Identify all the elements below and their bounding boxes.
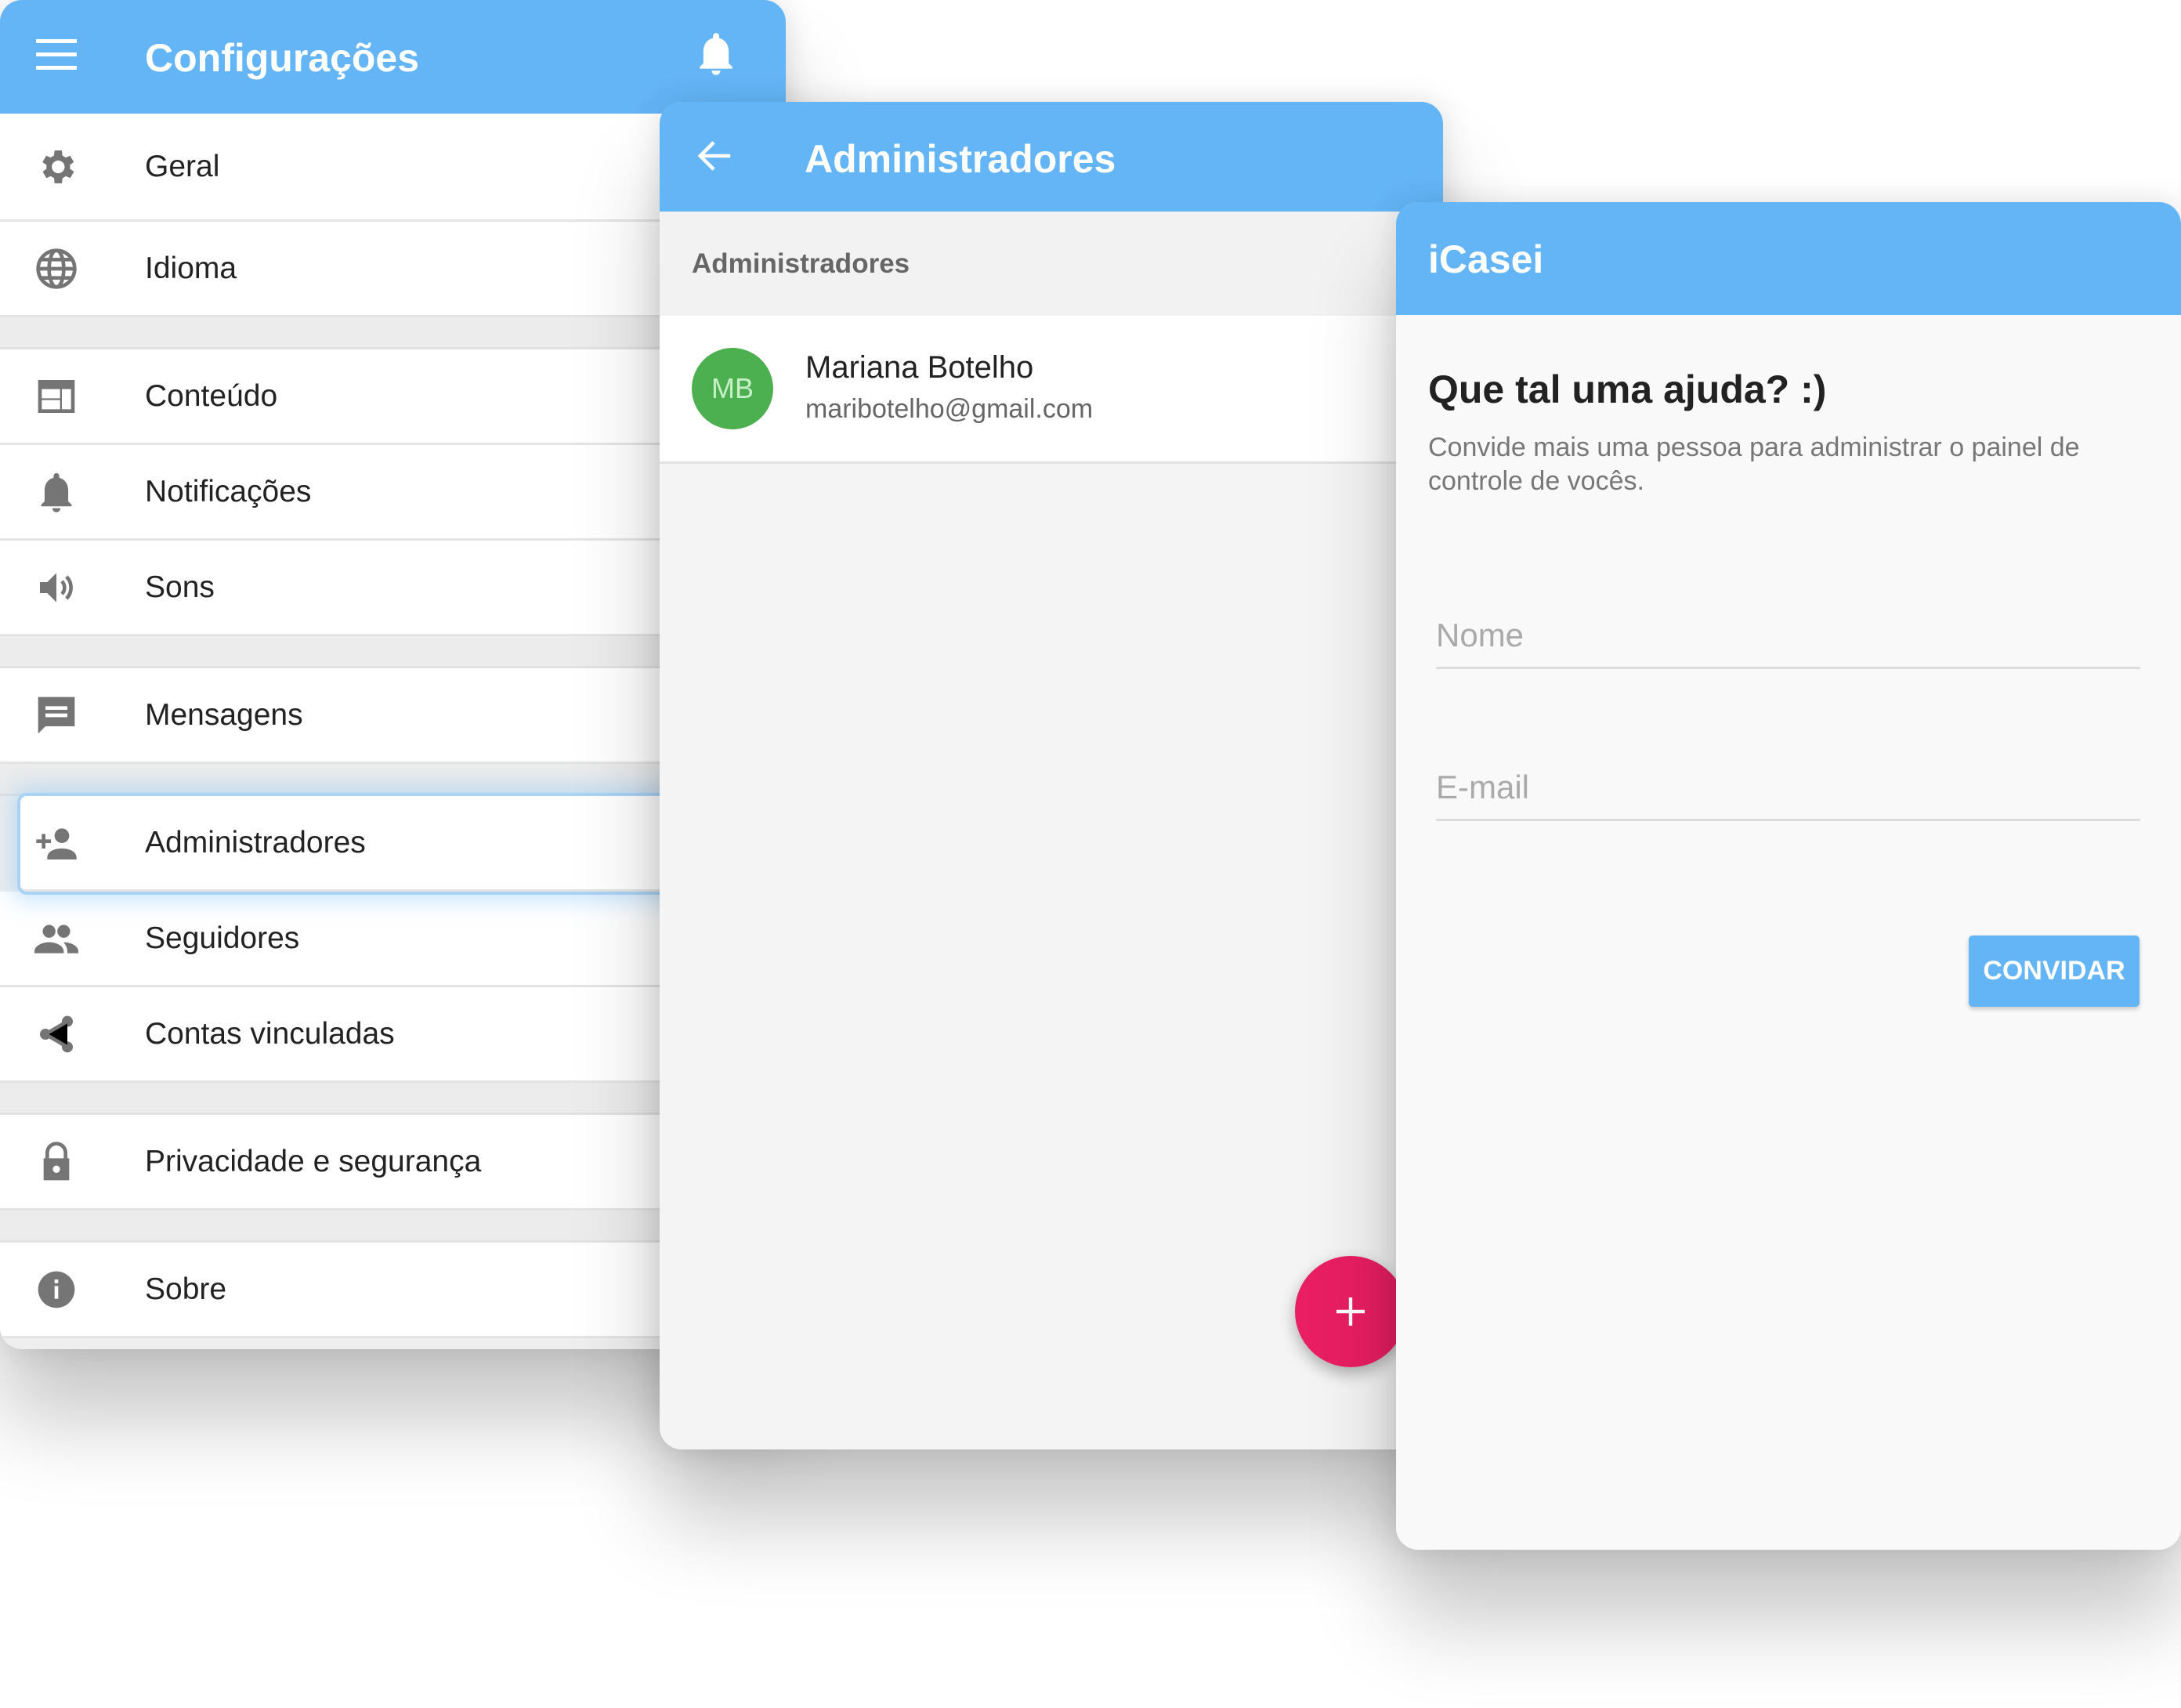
invite-button[interactable]: CONVIDAR (1969, 935, 2139, 1007)
share-icon (40, 1015, 73, 1052)
settings-item-label: Geral (145, 149, 220, 183)
admin-list-item[interactable]: MB Mariana Botelho maribotelho@gmail.com (660, 316, 1443, 464)
section-header: Administradores (660, 212, 1443, 318)
person-add-icon (36, 827, 77, 859)
invite-panel: iCasei Que tal uma ajuda? :) Convide mai… (1396, 202, 2181, 1550)
settings-item-label: Conteúdo (145, 378, 278, 413)
settings-item-label: Privacidade e segurança (145, 1144, 482, 1178)
message-icon (38, 697, 75, 733)
name-input[interactable] (1436, 604, 2140, 669)
menu-icon[interactable] (36, 39, 77, 71)
invite-description: Convide mais uma pessoa para administrar… (1428, 432, 2080, 496)
settings-item-label: Administradores (145, 825, 366, 859)
settings-item-label: Contas vinculadas (145, 1016, 395, 1051)
invite-title: iCasei (1428, 237, 1544, 281)
settings-item-label: Sobre (145, 1272, 227, 1306)
lock-icon (43, 1141, 70, 1180)
people-icon (34, 925, 78, 954)
settings-title: Configurações (145, 36, 420, 80)
settings-item-label: Sons (145, 570, 215, 604)
admin-name: Mariana Botelho (805, 350, 1034, 385)
add-admin-button[interactable] (1295, 1256, 1406, 1367)
speaker-icon (40, 572, 73, 603)
settings-item-label: Idioma (145, 251, 237, 285)
settings-item-label: Mensagens (145, 697, 303, 732)
globe-icon (36, 248, 77, 289)
layout-icon (38, 379, 75, 413)
settings-header: Configurações (0, 0, 786, 114)
admin-email: maribotelho@gmail.com (805, 394, 1094, 424)
back-arrow-icon[interactable] (697, 138, 733, 174)
invite-header: iCasei (1396, 202, 2181, 315)
avatar: MB (692, 348, 773, 429)
bell-icon (41, 472, 72, 512)
administrators-panel: Administradores Administradores MB Maria… (660, 102, 1443, 1449)
settings-item-label: Notificações (145, 474, 312, 508)
bell-icon[interactable] (694, 30, 738, 77)
plus-icon (1336, 1297, 1365, 1326)
gear-icon (42, 150, 74, 183)
administrators-title: Administradores (805, 137, 1116, 181)
settings-item-label: Seguidores (145, 921, 300, 955)
email-input[interactable] (1436, 756, 2140, 821)
invite-heading: Que tal uma ajuda? :) (1428, 367, 1827, 411)
section-label: Administradores (692, 248, 910, 279)
info-icon (38, 1271, 75, 1308)
administrators-header: Administradores (660, 102, 1443, 212)
